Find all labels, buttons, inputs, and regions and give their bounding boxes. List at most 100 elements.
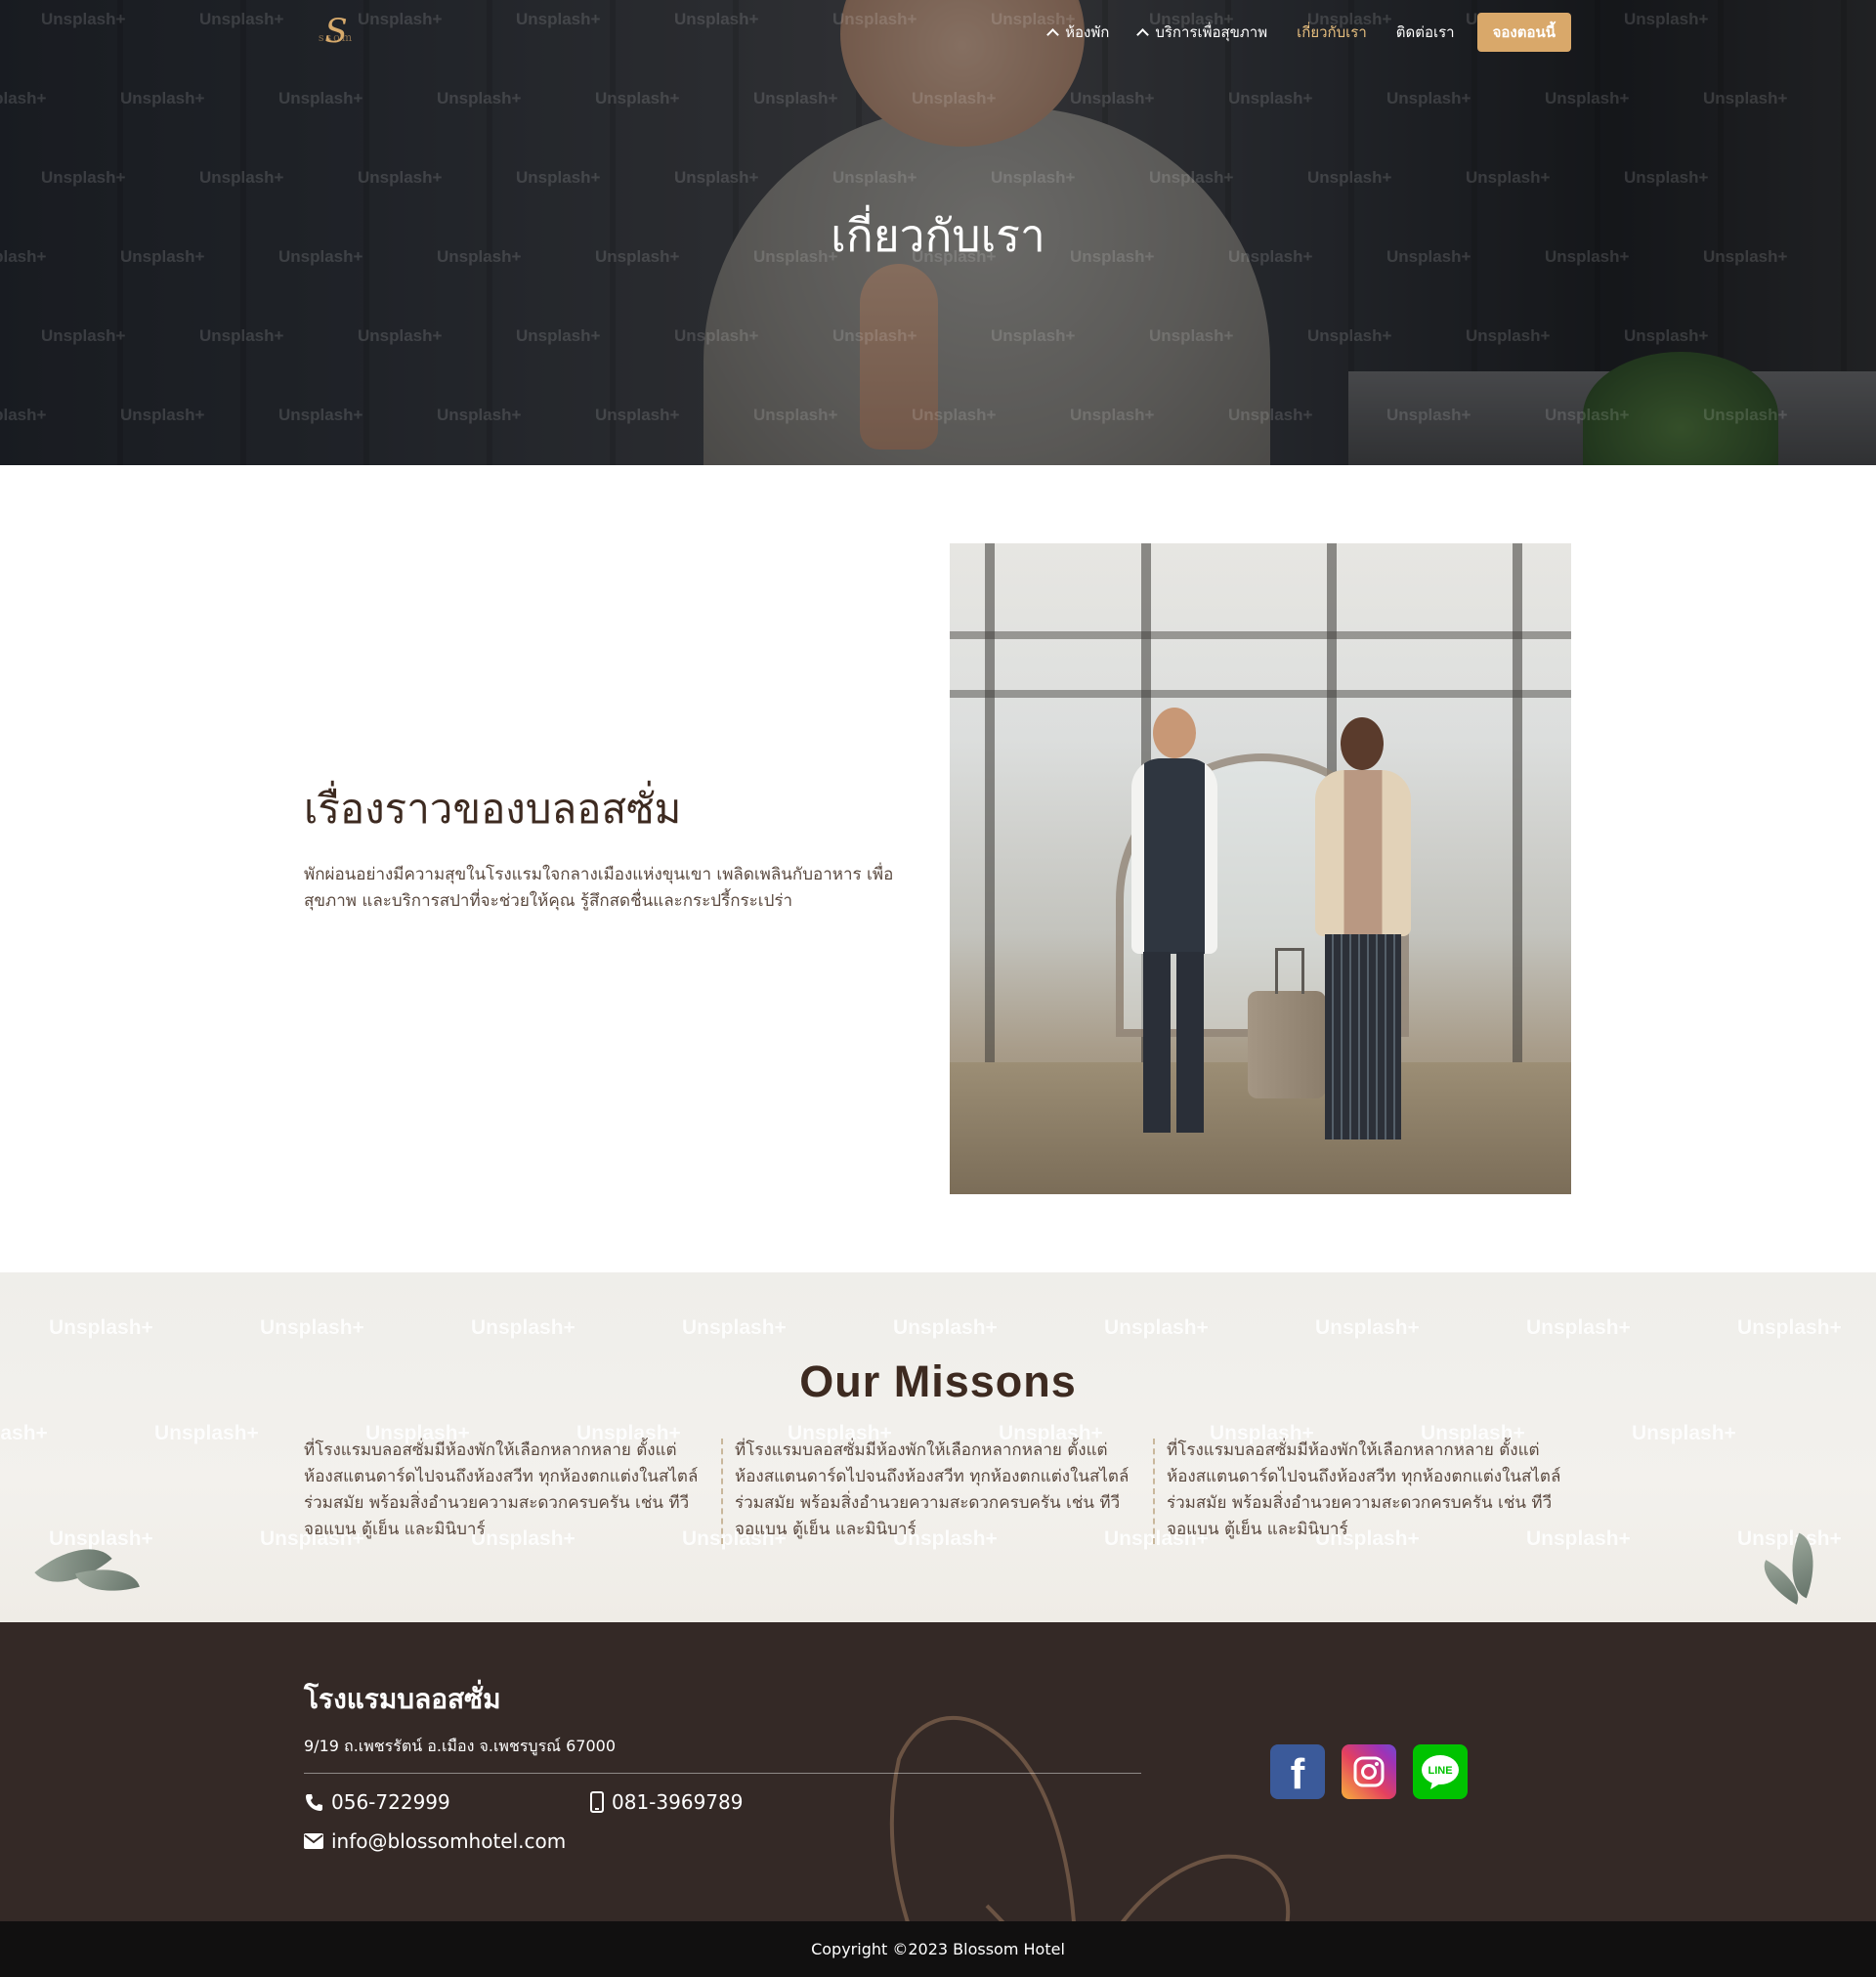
unsplash-watermark: Unsplash+ bbox=[199, 168, 284, 187]
unsplash-watermark: Unsplash+ bbox=[893, 1316, 998, 1339]
unsplash-watermark: Unsplash+ bbox=[1466, 326, 1551, 345]
book-now-button[interactable]: จองตอนนี้ bbox=[1476, 13, 1571, 52]
unsplash-watermark: Unsplash+ bbox=[120, 89, 205, 107]
unsplash-watermark: Unsplash+ bbox=[154, 1422, 259, 1444]
unsplash-watermark: Unsplash+ bbox=[1228, 89, 1313, 107]
mission-text-1: ที่โรงแรมบลอสซั่มมีห้องพักให้เลือกหลากหล… bbox=[304, 1440, 699, 1539]
unsplash-watermark: Unsplash+ bbox=[516, 168, 601, 187]
unsplash-watermark: Unsplash+ bbox=[1624, 326, 1709, 345]
unsplash-watermark: Unsplash+ bbox=[1386, 89, 1471, 107]
unsplash-watermark: Unsplash+ bbox=[1624, 168, 1709, 187]
story-photo bbox=[950, 543, 1571, 1194]
unsplash-watermark: Unsplash+ bbox=[1070, 89, 1155, 107]
phone-number: 056-722999 bbox=[331, 1790, 450, 1814]
story-text: พักผ่อนอย่างมีความสุขในโรงแรมใจกลางเมือง… bbox=[304, 865, 894, 911]
footer: โรงแรมบลอสซั่ม 9/19 ถ.เพชรรัตน์ อ.เมือง … bbox=[0, 1622, 1876, 1921]
line-bubble: LINE bbox=[1422, 1755, 1459, 1789]
phone-contact[interactable]: 056-722999 bbox=[304, 1790, 450, 1814]
facebook-icon[interactable]: f bbox=[1270, 1744, 1325, 1799]
email-address: info@blossomhotel.com bbox=[331, 1829, 567, 1853]
nav-contact[interactable]: ติดต่อเรา bbox=[1382, 13, 1470, 52]
chevron-up-icon bbox=[1046, 28, 1060, 41]
footer-hotel-name: โรงแรมบลอสซั่ม bbox=[304, 1683, 501, 1715]
unsplash-watermark: Unsplash+ bbox=[753, 89, 838, 107]
social-links: f LINE bbox=[1270, 1744, 1468, 1799]
unsplash-watermark: Unsplash+ bbox=[912, 406, 997, 424]
envelope-icon bbox=[304, 1833, 323, 1849]
unsplash-watermark: Unsplash+ bbox=[278, 89, 363, 107]
nav-wellness[interactable]: บริการเพื่อสุขภาพ bbox=[1124, 13, 1282, 52]
mobile-number: 081-3969789 bbox=[612, 1790, 744, 1814]
unsplash-watermark: Unsplash+ bbox=[912, 89, 997, 107]
mobile-phone-icon bbox=[590, 1791, 604, 1813]
unsplash-watermark: Unsplash+ bbox=[991, 326, 1076, 345]
nav-contact-label: ติดต่อเรา bbox=[1395, 23, 1455, 41]
nav-rooms[interactable]: ห้องพัก bbox=[1034, 13, 1124, 52]
unsplash-watermark: Unsplash+ bbox=[1149, 326, 1234, 345]
bellman-legs bbox=[1143, 952, 1204, 1133]
unsplash-watermark: Unsplash+ bbox=[49, 1316, 153, 1339]
unsplash-watermark: Unsplash+ bbox=[1703, 89, 1788, 107]
unsplash-watermark: Unsplash+ bbox=[674, 326, 759, 345]
unsplash-watermark: Unsplash+ bbox=[260, 1316, 364, 1339]
copyright-text: Copyright ©2023 Blossom Hotel bbox=[811, 1940, 1065, 1958]
unsplash-watermark: Unsplash+ bbox=[120, 406, 205, 424]
unsplash-watermark: Unsplash+ bbox=[1526, 1316, 1631, 1339]
unsplash-watermark: Unsplash+ bbox=[0, 89, 47, 107]
mobile-contact[interactable]: 081-3969789 bbox=[590, 1790, 743, 1814]
bellman-head bbox=[1153, 708, 1196, 758]
logo-text: ssom bbox=[318, 31, 355, 44]
line-icon[interactable]: LINE bbox=[1413, 1744, 1468, 1799]
unsplash-watermark: Unsplash+ bbox=[1307, 326, 1392, 345]
unsplash-watermark: Unsplash+ bbox=[1703, 406, 1788, 424]
story-heading: เรื่องราวของบลอสซั่ม bbox=[304, 785, 682, 833]
phone-icon bbox=[306, 1794, 322, 1811]
unsplash-watermark: Unsplash+ bbox=[674, 168, 759, 187]
unsplash-watermark: Unsplash+ bbox=[682, 1316, 787, 1339]
unsplash-watermark: Unsplash+ bbox=[1545, 89, 1630, 107]
unsplash-watermark: Unsplash+ bbox=[358, 326, 443, 345]
missions-section: Unsplash+ Unsplash+ Unsplash+ Unsplash+ Unsp… bbox=[0, 1272, 1876, 1622]
unsplash-watermark: Unsplash+ bbox=[832, 326, 917, 345]
unsplash-watermark: Unsplash+ bbox=[0, 406, 47, 424]
line-text: LINE bbox=[1428, 1765, 1452, 1777]
top-navigation: S ssom ห้องพัก บริการเพื่อสุขภาพ เกี่ยวก… bbox=[0, 0, 1876, 63]
unsplash-watermark: Unsplash+ bbox=[49, 1527, 153, 1550]
guest-torso bbox=[1315, 770, 1411, 936]
nav-rooms-label: ห้องพัก bbox=[1065, 23, 1110, 41]
email-contact[interactable]: info@blossomhotel.com bbox=[304, 1829, 566, 1853]
bellman-torso bbox=[1131, 758, 1217, 954]
window-frame bbox=[950, 631, 1571, 639]
bellman-figure bbox=[1114, 708, 1231, 1138]
window-frame bbox=[950, 690, 1571, 698]
mission-divider bbox=[721, 1439, 723, 1544]
unsplash-watermark: Unsplash+ bbox=[0, 1422, 48, 1444]
instagram-glyph bbox=[1353, 1756, 1385, 1787]
unsplash-watermark: Unsplash+ bbox=[471, 1316, 576, 1339]
mission-text-3: ที่โรงแรมบลอสซั่มมีห้องพักให้เลือกหลากหล… bbox=[1167, 1440, 1561, 1539]
unsplash-watermark: Unsplash+ bbox=[595, 89, 680, 107]
unsplash-watermark: Unsplash+ bbox=[199, 326, 284, 345]
copyright-bar: Copyright ©2023 Blossom Hotel bbox=[0, 1921, 1876, 1977]
chevron-up-icon bbox=[1136, 28, 1150, 41]
unsplash-watermark: Unsplash+ bbox=[1545, 406, 1630, 424]
guest-figure bbox=[1300, 717, 1427, 1147]
mission-divider bbox=[1153, 1439, 1155, 1544]
nav-wellness-label: บริการเพื่อสุขภาพ bbox=[1155, 23, 1268, 41]
nav-about[interactable]: เกี่ยวกับเรา bbox=[1282, 13, 1382, 52]
unsplash-watermark: Unsplash+ bbox=[358, 168, 443, 187]
main-menu: ห้องพัก บริการเพื่อสุขภาพ เกี่ยวกับเรา ต… bbox=[1034, 13, 1571, 52]
unsplash-watermark: Unsplash+ bbox=[753, 406, 838, 424]
facebook-glyph: f bbox=[1290, 1750, 1305, 1798]
unsplash-watermark: Unsplash+ bbox=[1315, 1316, 1420, 1339]
unsplash-watermark: Unsplash+ bbox=[1632, 1422, 1736, 1444]
brand-logo[interactable]: S ssom bbox=[297, 12, 375, 51]
unsplash-watermark: Unsplash+ bbox=[1466, 168, 1551, 187]
unsplash-watermark: Unsplash+ bbox=[1737, 1527, 1842, 1550]
unsplash-watermark: Unsplash+ bbox=[1149, 168, 1234, 187]
guest-legs bbox=[1325, 934, 1401, 1139]
unsplash-watermark: Unsplash+ bbox=[1386, 406, 1471, 424]
unsplash-watermark: Unsplash+ bbox=[41, 326, 126, 345]
unsplash-watermark: Unsplash+ bbox=[278, 406, 363, 424]
instagram-icon[interactable] bbox=[1342, 1744, 1396, 1799]
